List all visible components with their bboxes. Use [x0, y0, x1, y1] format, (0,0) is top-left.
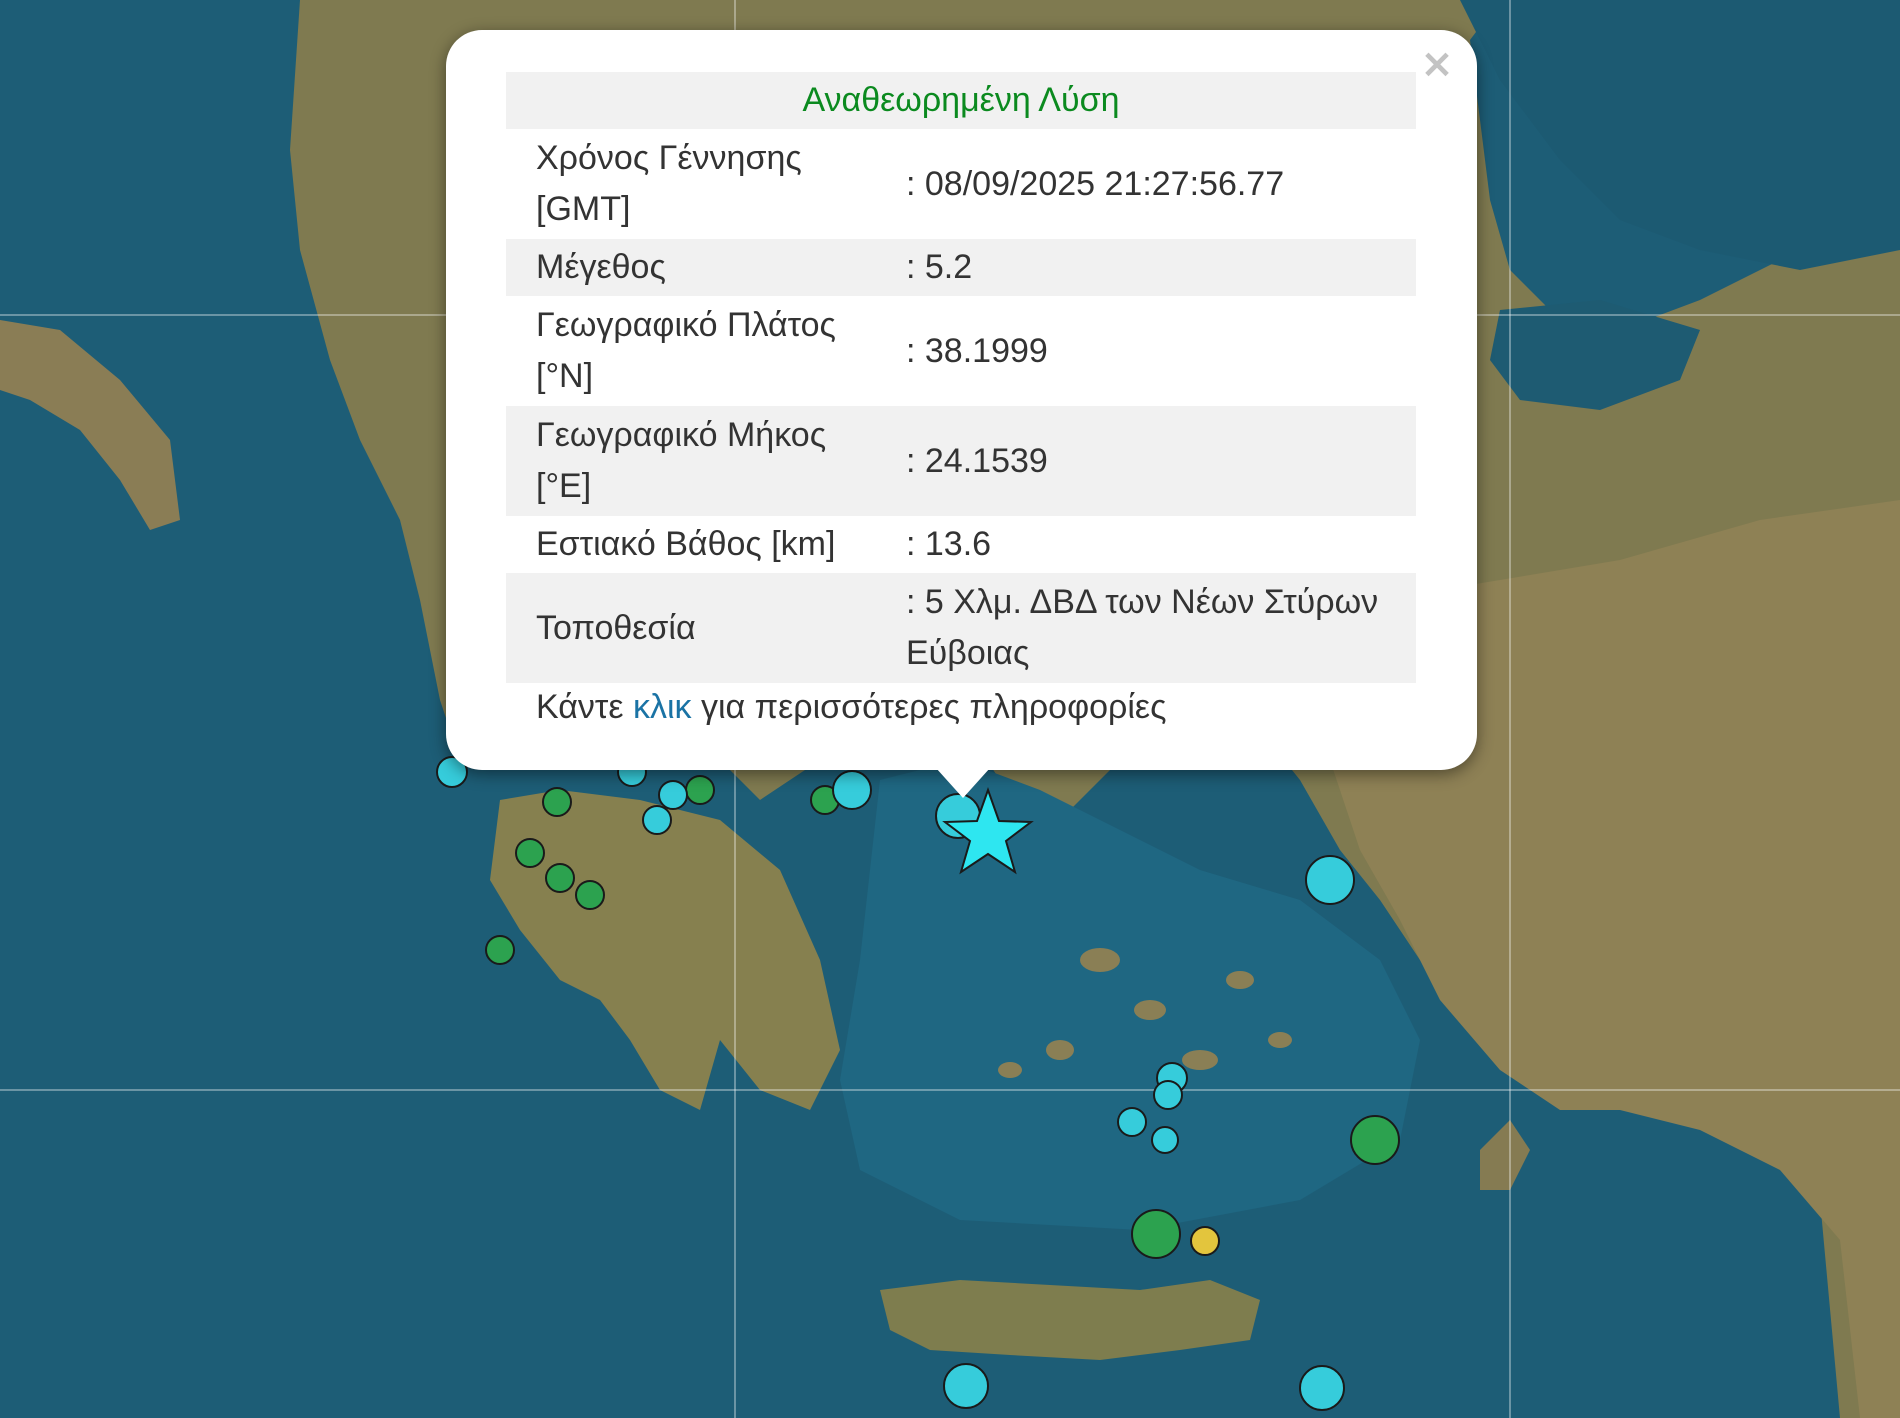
location-value: : 5 Χλμ. ΔΒΔ των Νέων Στύρων Εύβοιας — [876, 573, 1416, 683]
quake-marker[interactable] — [545, 863, 575, 893]
quake-marker[interactable] — [485, 935, 515, 965]
close-icon[interactable]: × — [1417, 44, 1457, 84]
quake-marker[interactable] — [1350, 1115, 1400, 1165]
origin-time-label: Χρόνος Γέννησης [GMT] — [536, 139, 802, 228]
quake-marker[interactable] — [1299, 1365, 1345, 1411]
quake-marker[interactable] — [1151, 1126, 1179, 1154]
quake-marker[interactable] — [1305, 855, 1355, 905]
popup-pointer — [936, 768, 990, 798]
quake-marker[interactable] — [1131, 1209, 1181, 1259]
quake-marker[interactable] — [943, 1363, 989, 1409]
magnitude-value: : 5.2 — [876, 239, 1416, 296]
quake-marker[interactable] — [542, 787, 572, 817]
location-label: Τοποθεσία — [506, 573, 876, 683]
more-info-link[interactable]: κλικ — [633, 688, 692, 726]
more-info-line: Κάντε κλικ για περισσότερες πληροφορίες — [536, 682, 1166, 733]
depth-value: : 13.6 — [906, 525, 992, 563]
magnitude-label: Μέγεθος — [506, 239, 876, 296]
quake-marker[interactable] — [658, 780, 688, 810]
quake-marker[interactable] — [642, 805, 672, 835]
latitude-label: Γεωγραφικό Πλάτος [°N] — [536, 306, 836, 395]
quake-marker[interactable] — [1117, 1107, 1147, 1137]
popup-title: Αναθεωρημένη Λύση — [506, 72, 1416, 129]
quake-marker[interactable] — [575, 880, 605, 910]
more-info-prefix: Κάντε — [536, 688, 624, 726]
quake-marker[interactable] — [515, 838, 545, 868]
more-info-suffix: για περισσότερες πληροφορίες — [700, 688, 1167, 726]
depth-label: Εστιακό Βάθος [km] — [536, 525, 836, 563]
longitude-value: : 24.1539 — [876, 406, 1416, 516]
quake-marker[interactable] — [832, 770, 872, 810]
origin-time-value: : 08/09/2025 21:27:56.77 — [906, 164, 1285, 203]
earthquake-info-table: Αναθεωρημένη Λύση Χρόνος Γέννησης [GMT] … — [506, 72, 1416, 683]
quake-marker[interactable] — [1153, 1080, 1183, 1110]
earthquake-info-popup: × Αναθεωρημένη Λύση Χρόνος Γέννησης [GMT… — [446, 30, 1477, 770]
quake-marker[interactable] — [685, 775, 715, 805]
latitude-value: : 38.1999 — [906, 331, 1048, 370]
quake-marker[interactable] — [1190, 1226, 1220, 1256]
longitude-label: Γεωγραφικό Μήκος [°E] — [506, 406, 876, 516]
